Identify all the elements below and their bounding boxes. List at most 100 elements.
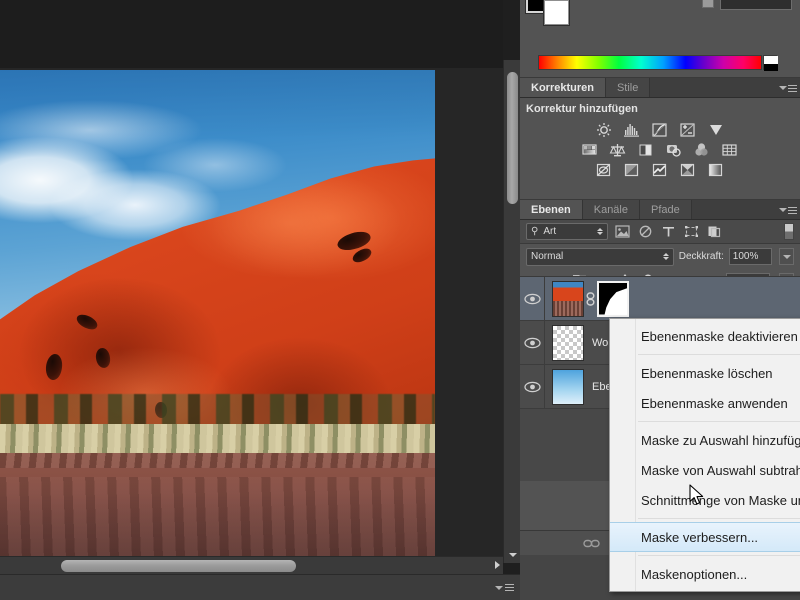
menu-item-label: Schnittmenge von Maske und: [641, 492, 800, 508]
menu-item-maske-verbessern[interactable]: Maske verbessern...: [610, 522, 800, 552]
corrections-row-1: [520, 121, 800, 138]
menu-item-label: Maskenoptionen...: [641, 566, 748, 582]
document-image[interactable]: [0, 70, 435, 561]
scroll-down-arrow-icon[interactable]: [504, 547, 521, 563]
background-color-swatch[interactable]: [544, 0, 569, 25]
h-scrollbar-thumb[interactable]: [61, 560, 296, 572]
link-layers-icon[interactable]: [582, 534, 600, 552]
color-lookup-icon[interactable]: [720, 141, 740, 158]
menu-item-label: Ebenenmaske anwenden: [641, 395, 788, 411]
ramp-black-swatch[interactable]: [764, 64, 778, 71]
hue-saturation-icon[interactable]: [580, 141, 600, 158]
menu-item-maskenoptionen[interactable]: Maskenoptionen...: [610, 559, 800, 589]
menu-item-maske-von-auswahl-subtrahieren[interactable]: Maske von Auswahl subtrahieren: [610, 455, 800, 485]
layer-thumbnail[interactable]: [552, 368, 584, 405]
tab-pfade-label: Pfade: [651, 203, 680, 216]
tab-ebenen[interactable]: Ebenen: [520, 200, 583, 219]
opacity-label: Deckkraft:: [678, 251, 724, 262]
layer-name: Wol: [592, 336, 611, 349]
filter-shape-icon[interactable]: [683, 224, 700, 240]
photoshop-window: Korrekturen Stile Korrektur hinzufügen E…: [0, 0, 800, 600]
tab-stile[interactable]: Stile: [605, 78, 651, 97]
corrections-title: Korrektur hinzufügen: [526, 103, 638, 115]
opacity-dropdown-button[interactable]: [779, 248, 794, 265]
tab-korrekturen[interactable]: Korrekturen: [520, 78, 606, 97]
link-icon[interactable]: [584, 291, 597, 306]
h-scrollbar[interactable]: [0, 556, 503, 574]
channel-mixer-icon[interactable]: [692, 141, 712, 158]
document-status-bar: [0, 574, 520, 600]
tab-kanaele-label: Kanäle: [593, 203, 628, 216]
corrections-tabbar: Korrekturen Stile: [520, 78, 800, 98]
menu-item-ebenenmaske-loeschen[interactable]: Ebenenmaske löschen: [610, 358, 800, 388]
v-scrollbar[interactable]: [503, 60, 520, 563]
gradient-map-icon[interactable]: [706, 161, 726, 178]
color-value-field[interactable]: [720, 0, 792, 10]
layer-thumbnail[interactable]: [552, 280, 584, 317]
selective-color-icon[interactable]: [678, 161, 698, 178]
menu-item-maske-zu-auswahl-hinzufuegen[interactable]: Maske zu Auswahl hinzufügen: [610, 425, 800, 455]
opacity-input[interactable]: 100%: [728, 248, 773, 265]
color-ramp[interactable]: [538, 55, 762, 70]
layers-panel-menu-icon[interactable]: [779, 204, 797, 216]
image-vignette: [0, 70, 435, 561]
filter-type-select[interactable]: ⚲ Art: [526, 223, 608, 240]
canvas-background-right: [435, 68, 503, 556]
menu-separator: [638, 354, 800, 355]
layer-thumbnail[interactable]: [552, 324, 584, 361]
filter-smartobject-icon[interactable]: [706, 224, 723, 240]
black-white-icon[interactable]: [636, 141, 656, 158]
corrections-panel: Korrekturen Stile Korrektur hinzufügen: [520, 78, 800, 200]
eye-icon: [523, 381, 541, 392]
menu-item-label: Maske verbessern...: [641, 529, 759, 545]
layer-visibility-toggle[interactable]: [520, 364, 545, 409]
layer-filter-row: ⚲ Art: [520, 220, 800, 244]
layer-visibility-toggle[interactable]: [520, 276, 545, 321]
brightness-contrast-icon[interactable]: [594, 121, 614, 138]
tab-pfade[interactable]: Pfade: [640, 200, 692, 219]
layer-mask-thumbnail[interactable]: [597, 280, 629, 317]
levels-icon[interactable]: [622, 121, 642, 138]
v-scrollbar-thumb[interactable]: [507, 72, 518, 204]
color-field-button[interactable]: [702, 0, 714, 8]
filter-enable-toggle[interactable]: [784, 223, 794, 240]
document-area: [0, 0, 520, 600]
color-balance-icon[interactable]: [608, 141, 628, 158]
menu-item-label: Maske von Auswahl subtrahieren: [641, 462, 800, 478]
posterize-icon[interactable]: [622, 161, 642, 178]
color-ramp-bw[interactable]: [763, 55, 778, 71]
tab-korrekturen-label: Korrekturen: [531, 81, 594, 94]
tab-kanaele[interactable]: Kanäle: [582, 200, 640, 219]
filter-pixel-icon[interactable]: [614, 224, 631, 240]
table-row[interactable]: [520, 276, 800, 321]
menu-item-schnittmenge-von-maske-und[interactable]: Schnittmenge von Maske und: [610, 485, 800, 515]
curves-icon[interactable]: [650, 121, 670, 138]
filter-type-label: Art: [543, 226, 557, 237]
chevron-updown-icon[interactable]: [662, 253, 669, 260]
ramp-white-swatch[interactable]: [764, 56, 778, 64]
menu-item-ebenenmaske-deaktivieren[interactable]: Ebenenmaske deaktivieren: [610, 321, 800, 351]
invert-icon[interactable]: [594, 161, 614, 178]
color-swatches[interactable]: [526, 0, 570, 28]
corrections-panel-menu-icon[interactable]: [779, 82, 797, 94]
photo-filter-icon[interactable]: [664, 141, 684, 158]
menu-item-ebenenmaske-anwenden[interactable]: Ebenenmaske anwenden: [610, 388, 800, 418]
blend-mode-select[interactable]: Normal: [526, 247, 674, 266]
layer-visibility-toggle[interactable]: [520, 320, 545, 365]
arrow-cursor: [689, 484, 705, 512]
vibrance-icon[interactable]: [706, 121, 726, 138]
filter-type-icon[interactable]: [660, 224, 677, 240]
exposure-icon[interactable]: [678, 121, 698, 138]
status-menu-icon[interactable]: [495, 584, 514, 591]
threshold-icon[interactable]: [650, 161, 670, 178]
corrections-row-2: [520, 141, 800, 158]
scroll-right-arrow-icon[interactable]: [495, 561, 500, 569]
chevron-updown-icon[interactable]: [597, 228, 603, 235]
tab-stile-label: Stile: [616, 81, 639, 94]
menu-item-label: Ebenenmaske deaktivieren: [641, 328, 798, 344]
layer-mask-context-menu[interactable]: Ebenenmaske deaktivieren Ebenenmaske lös…: [609, 318, 800, 592]
menu-separator: [638, 421, 800, 422]
eye-icon: [523, 293, 541, 304]
filter-adjustment-icon[interactable]: [637, 224, 654, 240]
canvas-viewport[interactable]: [0, 0, 503, 563]
